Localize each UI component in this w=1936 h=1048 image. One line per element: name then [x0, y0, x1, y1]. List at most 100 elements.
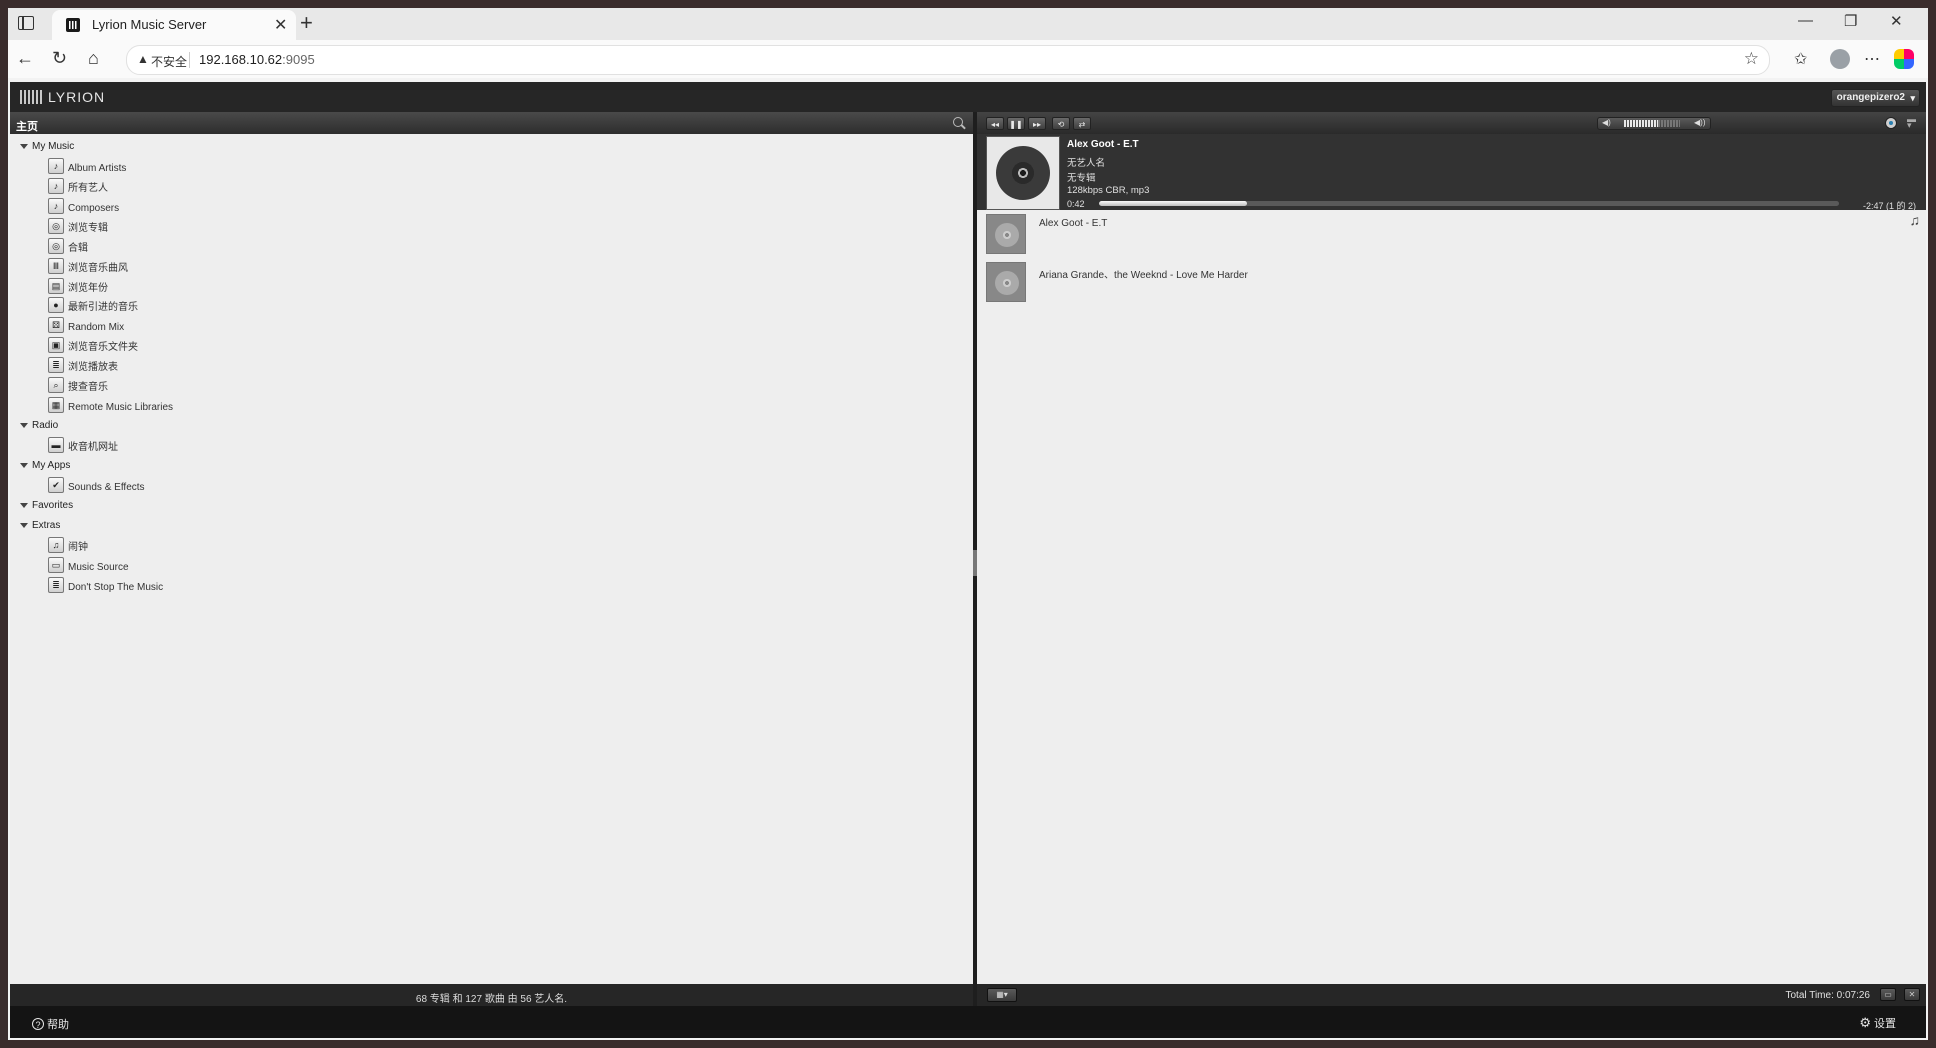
now-playing-note-icon: ♫: [1909, 212, 1921, 228]
next-button[interactable]: ▸▸: [1028, 117, 1046, 130]
address-bar[interactable]: ▲ 不安全 192.168.10.62:9095 ☆: [126, 45, 1770, 75]
divider: [189, 52, 190, 68]
composer-icon: ♪: [48, 198, 64, 214]
profile-icon[interactable]: [1830, 49, 1850, 69]
shuffle-button[interactable]: ⇄: [1073, 117, 1091, 130]
track-thumbnail: [986, 214, 1026, 254]
warning-icon[interactable]: ▲: [137, 52, 149, 66]
volume-track: [1658, 120, 1680, 127]
playlist-icon: ≣: [48, 357, 64, 373]
new-music-icon: ●: [48, 297, 64, 313]
cover-art[interactable]: [986, 136, 1060, 210]
lyrion-app: LYRION orangepizero2 主页 My Music ♪Album …: [10, 82, 1926, 1038]
radio-icon: ▬: [48, 437, 64, 453]
tab-title: Lyrion Music Server: [92, 17, 207, 32]
volume-down-icon[interactable]: ◀): [1602, 118, 1611, 127]
minimize-button[interactable]: —: [1798, 12, 1813, 29]
back-button[interactable]: ←: [16, 48, 34, 69]
home-title: 主页: [16, 121, 38, 133]
sidebar-toggle-icon[interactable]: [18, 16, 34, 30]
section-extras[interactable]: Extras: [20, 518, 60, 534]
home-panel: 主页 My Music ♪ Album Artists ♪ 所有艺人 ♪ Compos…: [10, 112, 973, 1006]
gear-icon: ⚙: [1859, 1015, 1871, 1030]
playlist-item-title: Ariana Grande、the Weeknd - Love Me Harde…: [1039, 270, 1248, 281]
collapse-triangle-icon: [20, 522, 28, 528]
section-favorites[interactable]: Favorites: [20, 498, 73, 514]
track-album[interactable]: 无专辑: [1067, 170, 1096, 184]
settings-link[interactable]: ⚙ 设置: [1859, 1015, 1896, 1031]
favorites-icon[interactable]: ✩: [1794, 49, 1807, 69]
album-icon: ◎: [48, 218, 64, 234]
section-radio[interactable]: Radio: [20, 418, 58, 434]
browser-window: Lyrion Music Server ✕ + — ❐ ✕ ← ↻ ⌂ ▲ 不安…: [8, 8, 1928, 1040]
alarm-icon: ♫: [48, 537, 64, 553]
collapse-triangle-icon: [20, 422, 28, 428]
playlist-item[interactable]: Ariana Grande、the Weeknd - Love Me Harde…: [977, 258, 1926, 306]
track-format: 128kbps CBR, mp3: [1067, 185, 1150, 196]
search-icon[interactable]: [953, 117, 963, 127]
home-button[interactable]: ⌂: [88, 48, 99, 69]
favicon-icon: [66, 18, 80, 32]
playlist-footer: ▦▾ Total Time: 0:07:26 ▭ ✕: [977, 984, 1926, 1006]
security-label[interactable]: 不安全: [151, 53, 187, 70]
tab-bar: Lyrion Music Server ✕ + — ❐ ✕: [8, 8, 1928, 40]
tab-close-icon[interactable]: ✕: [274, 15, 287, 35]
save-playlist-button[interactable]: ▭: [1880, 988, 1896, 1001]
clear-playlist-button[interactable]: ✕: [1904, 988, 1920, 1001]
app-header: LYRION orangepizero2: [10, 82, 1926, 112]
star-icon[interactable]: ☆: [1744, 49, 1759, 69]
playlist-item[interactable]: Alex Goot - E.T ♫: [977, 210, 1926, 258]
volume-control[interactable]: ◀) ◀)): [1597, 117, 1711, 130]
help-icon: ?: [32, 1018, 44, 1030]
library-stats: 68 专辑 和 127 歌曲 由 56 艺人名.: [415, 994, 568, 1005]
section-my-apps[interactable]: My Apps: [20, 458, 70, 474]
more-icon[interactable]: ⋯: [1864, 49, 1880, 69]
copilot-icon[interactable]: [1894, 49, 1914, 69]
source-icon: ▭: [48, 557, 64, 573]
progress-fill: [1099, 201, 1247, 206]
section-my-music[interactable]: My Music: [20, 139, 74, 155]
track-artist[interactable]: 无艺人名: [1067, 155, 1105, 169]
url-text[interactable]: 192.168.10.62:9095: [199, 52, 315, 67]
artist-icon: ♪: [48, 158, 64, 174]
disc-icon: [996, 146, 1050, 200]
browser-tab[interactable]: Lyrion Music Server ✕: [52, 10, 296, 40]
folder-icon: ▣: [48, 337, 64, 353]
collapse-icon[interactable]: ▬ ▾: [1907, 115, 1916, 130]
power-button[interactable]: [1885, 117, 1897, 129]
player-controls: ◂◂ ❚❚ ▸▸ ⟲ ⇄ ◀) ◀)) ▬ ▾: [977, 112, 1926, 134]
genre-icon: Ⅲ: [48, 258, 64, 274]
app-icon: ✔: [48, 477, 64, 493]
library-icon: ▦: [48, 397, 64, 413]
new-tab-button[interactable]: +: [300, 10, 313, 36]
home-panel-header: 主页: [10, 112, 973, 134]
playlist-item-title: Alex Goot - E.T: [1039, 218, 1108, 229]
pause-button[interactable]: ❚❚: [1007, 117, 1025, 130]
previous-button[interactable]: ◂◂: [986, 117, 1004, 130]
close-window-button[interactable]: ✕: [1890, 12, 1903, 30]
total-time: Total Time: 0:07:26: [1785, 990, 1871, 1001]
playlist-menu-button[interactable]: ▦▾: [987, 988, 1017, 1002]
player-panel: ◂◂ ❚❚ ▸▸ ⟲ ⇄ ◀) ◀)) ▬ ▾ Alex Goot - E.T 无…: [977, 112, 1926, 1006]
player-select[interactable]: orangepizero2: [1830, 89, 1920, 107]
collapse-triangle-icon: [20, 502, 28, 508]
browser-toolbar: ← ↻ ⌂ ▲ 不安全 192.168.10.62:9095 ☆ ✩ ⋯: [8, 40, 1928, 78]
calendar-icon: ▤: [48, 278, 64, 294]
playlist-icon: ≣: [48, 577, 64, 593]
app-logo: LYRION: [48, 89, 106, 105]
restore-button[interactable]: ❐: [1844, 12, 1857, 30]
dice-icon: ⚄: [48, 317, 64, 333]
track-thumbnail: [986, 262, 1026, 302]
collapse-triangle-icon: [20, 462, 28, 468]
now-playing: Alex Goot - E.T 无艺人名 无专辑 128kbps CBR, mp…: [977, 134, 1926, 211]
library-stats-bar: 68 专辑 和 127 歌曲 由 56 艺人名.: [10, 984, 973, 1006]
collapse-triangle-icon: [20, 143, 28, 149]
reload-button[interactable]: ↻: [52, 48, 67, 69]
album-icon: ◎: [48, 238, 64, 254]
repeat-button[interactable]: ⟲: [1052, 117, 1070, 130]
volume-up-icon[interactable]: ◀)): [1694, 118, 1705, 127]
track-title[interactable]: Alex Goot - E.T: [1067, 139, 1139, 150]
logo-icon: [20, 90, 42, 104]
progress-bar[interactable]: [1099, 201, 1839, 206]
help-link[interactable]: ? 帮助: [32, 1016, 69, 1032]
